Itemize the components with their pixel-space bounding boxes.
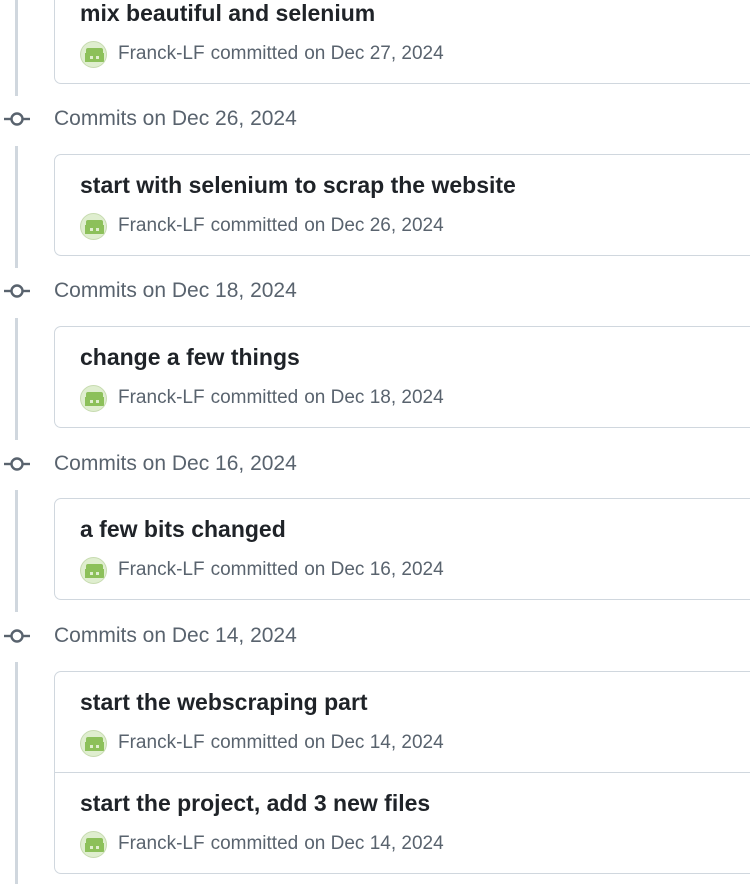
commit-date[interactable]: on Dec 14, 2024 (304, 732, 443, 753)
commit-date[interactable]: on Dec 16, 2024 (304, 559, 443, 580)
commit-group-date: Commits on Dec 14, 2024 (54, 624, 297, 647)
commit-verb: committed (210, 215, 299, 236)
commit-date[interactable]: on Dec 26, 2024 (304, 215, 443, 236)
avatar[interactable] (80, 729, 107, 757)
commit-group-date: Commits on Dec 18, 2024 (54, 279, 297, 302)
commit-date[interactable]: on Dec 27, 2024 (304, 43, 443, 64)
commit-verb: committed (210, 43, 299, 64)
commit-title-link[interactable]: mix beautiful and selenium (80, 0, 375, 28)
commit-meta: Franck-LF committed on Dec 26, 2024 (80, 212, 444, 240)
commit-author-link[interactable]: Franck-LF (118, 732, 205, 753)
commit-title-link[interactable]: start with selenium to scrap the website (80, 170, 516, 200)
commit-meta: Franck-LF committed on Dec 16, 2024 (80, 556, 444, 584)
avatar[interactable] (80, 556, 107, 584)
commit-meta: Franck-LF committed on Dec 18, 2024 (80, 384, 444, 412)
avatar[interactable] (80, 384, 107, 412)
commit-group-box: start with selenium to scrap the website… (54, 154, 750, 256)
commit-row[interactable]: start the webscraping part Franck-LF comm… (55, 672, 750, 772)
commit-row[interactable]: start with selenium to scrap the website… (55, 155, 750, 255)
avatar[interactable] (80, 40, 107, 68)
commit-verb: committed (210, 732, 299, 753)
identicon-avatar-icon (85, 391, 104, 409)
commit-group-date: Commits on Dec 26, 2024 (54, 107, 297, 130)
git-commit-icon (4, 112, 30, 126)
identicon-avatar-icon (85, 837, 104, 855)
identicon-avatar-icon (85, 736, 104, 754)
commit-author-link[interactable]: Franck-LF (118, 559, 205, 580)
commit-author-link[interactable]: Franck-LF (118, 43, 205, 64)
git-commit-icon (4, 284, 30, 298)
commit-row[interactable]: start the project, add 3 new files Franc… (55, 772, 750, 873)
commit-title-link[interactable]: start the webscraping part (80, 687, 368, 717)
timeline-rail (15, 146, 18, 268)
identicon-avatar-icon (85, 219, 104, 237)
commit-title-link[interactable]: start the project, add 3 new files (80, 788, 430, 818)
commit-verb: committed (210, 833, 299, 854)
commit-verb: committed (210, 559, 299, 580)
commit-verb: committed (210, 387, 299, 408)
commit-title-link[interactable]: a few bits changed (80, 514, 286, 544)
identicon-avatar-icon (85, 47, 104, 65)
commit-row[interactable]: a few bits changed Franck-LF committed on … (55, 499, 750, 599)
commit-meta: Franck-LF committed on Dec 27, 2024 (80, 40, 444, 68)
commit-group-box: a few bits changed Franck-LF committed on … (54, 498, 750, 600)
commit-meta: Franck-LF committed on Dec 14, 2024 (80, 729, 444, 757)
commit-author-link[interactable]: Franck-LF (118, 215, 205, 236)
git-commit-icon (4, 629, 30, 643)
commit-author-link[interactable]: Franck-LF (118, 833, 205, 854)
commit-group-box: mix beautiful and selenium Franck-LF comm… (54, 0, 750, 84)
git-commit-icon (4, 457, 30, 471)
timeline-rail (15, 490, 18, 612)
commit-group-box: change a few things Franck-LF committed on… (54, 326, 750, 428)
timeline-rail (15, 0, 18, 96)
commit-meta: Franck-LF committed on Dec 14, 2024 (80, 830, 444, 858)
commit-date[interactable]: on Dec 14, 2024 (304, 833, 443, 854)
commit-author-link[interactable]: Franck-LF (118, 387, 205, 408)
commit-date[interactable]: on Dec 18, 2024 (304, 387, 443, 408)
avatar[interactable] (80, 830, 107, 858)
commit-row[interactable]: mix beautiful and selenium Franck-LF comm… (55, 0, 750, 83)
commit-group-box: start the webscraping part Franck-LF comm… (54, 671, 750, 874)
timeline-rail (15, 662, 18, 884)
timeline-rail (15, 318, 18, 440)
commit-timeline: mix beautiful and selenium Franck-LF comm… (0, 0, 750, 884)
avatar[interactable] (80, 212, 107, 240)
commit-group-date: Commits on Dec 16, 2024 (54, 452, 297, 475)
identicon-avatar-icon (85, 563, 104, 581)
commit-title-link[interactable]: change a few things (80, 342, 300, 372)
commit-row[interactable]: change a few things Franck-LF committed on… (55, 327, 750, 427)
